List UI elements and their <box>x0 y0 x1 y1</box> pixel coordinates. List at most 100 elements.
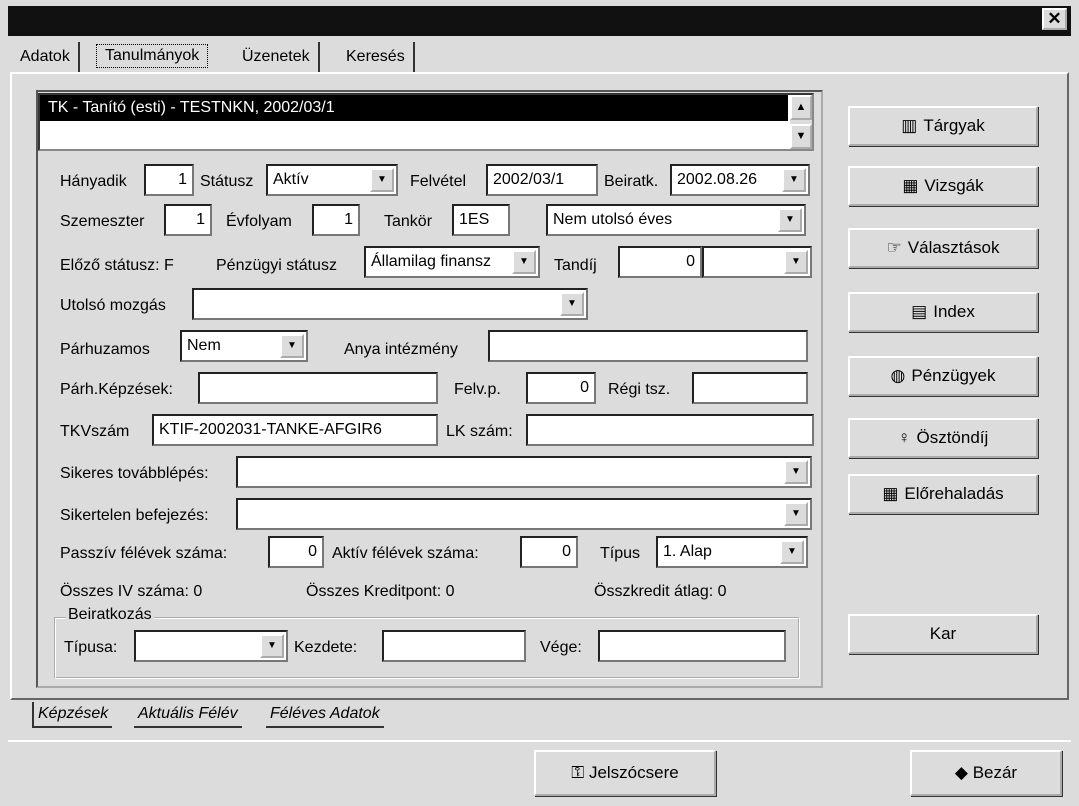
chevron-down-icon[interactable]: ▼ <box>780 540 804 564</box>
tab-feleves-adatok[interactable]: Féléves Adatok <box>266 702 384 728</box>
pointing-hand-icon: ☞ <box>886 238 902 257</box>
chevron-down-icon[interactable]: ▼ <box>260 634 284 658</box>
valasztasok-label: Választások <box>907 238 1000 257</box>
tab-uzenetek[interactable]: Üzenetek <box>234 42 320 72</box>
elozo-statusz-text: Előző státusz: F <box>60 257 174 274</box>
tkv-field[interactable]: KTIF-2002031-TANKE-AFGIR6 <box>152 414 438 446</box>
valasztasok-button[interactable]: ☞ Választások <box>848 228 1038 268</box>
chevron-down-icon[interactable]: ▼ <box>560 292 584 316</box>
penzugyek-label: Pénzügyek <box>911 366 996 385</box>
jelszocsere-button[interactable]: ⚿ Jelszócsere <box>534 750 716 796</box>
passziv-field[interactable]: 0 <box>268 536 324 568</box>
close-button[interactable]: ✕ <box>1042 8 1067 30</box>
bezar-label: Bezár <box>972 763 1018 782</box>
chevron-down-icon[interactable]: ▼ <box>784 460 808 484</box>
chevron-down-icon[interactable]: ▼ <box>782 168 806 192</box>
scroll-down-icon[interactable]: ▼ <box>790 124 812 149</box>
penzugyi-value: Államilag finansz <box>371 253 492 270</box>
list-item[interactable]: TK - Tanító (esti) - TESTNKN, 2002/03/1 <box>40 95 788 121</box>
list-scrollbar[interactable]: ▲ ▼ <box>790 95 812 149</box>
beiratk-label: Beiratk. <box>604 173 659 190</box>
evfolyam-field[interactable]: 1 <box>312 204 360 236</box>
penzugyek-button[interactable]: ◍ Pénzügyek <box>848 356 1038 396</box>
statusz-select[interactable]: Aktív ▼ <box>266 164 398 196</box>
tab-kepzesek[interactable]: Képzések <box>32 702 113 728</box>
parhuzamos-label: Párhuzamos <box>60 341 150 358</box>
elorehaladas-button[interactable]: ▦ Előrehaladás <box>848 474 1038 514</box>
parhuzamos-select[interactable]: Nem ▼ <box>180 330 308 362</box>
regi-field[interactable] <box>692 372 808 404</box>
tipus-value: 1. Alap <box>663 543 712 560</box>
kezdete-field[interactable] <box>382 630 526 662</box>
tandij-select[interactable]: ▼ <box>702 246 812 278</box>
targyak-button[interactable]: ▥ Tárgyak <box>848 106 1038 146</box>
passziv-label: Passzív félévek száma: <box>60 545 228 562</box>
beiratkozas-title: Beiratkozás <box>66 606 154 624</box>
bulb-icon: ♀ <box>897 428 911 447</box>
anya-label: Anya intézmény <box>344 341 458 358</box>
parhuzamos-value: Nem <box>187 337 221 354</box>
globe-icon: ◍ <box>890 366 906 385</box>
tab-kereses[interactable]: Keresés <box>338 42 415 72</box>
tandij-field[interactable]: 0 <box>618 246 702 278</box>
chevron-down-icon[interactable]: ▼ <box>784 502 808 526</box>
evfolyam-label: Évfolyam <box>226 213 292 230</box>
title-bar <box>8 6 1071 36</box>
chevron-down-icon[interactable]: ▼ <box>784 250 808 274</box>
tipusa-select[interactable]: ▼ <box>134 630 288 662</box>
szemeszter-label: Szemeszter <box>60 213 145 230</box>
vizsgak-button[interactable]: ▦ Vizsgák <box>848 166 1038 206</box>
tab-tanulmanyok[interactable]: Tanulmányok <box>96 44 209 68</box>
kezdete-label: Kezdete: <box>294 639 358 656</box>
statusz-value: Aktív <box>273 171 309 188</box>
kar-button[interactable]: Kar <box>848 614 1038 654</box>
tankor-field[interactable]: 1ES <box>452 204 510 236</box>
tab-aktualis-felev[interactable]: Aktuális Félév <box>134 702 242 728</box>
books-icon: ▥ <box>901 116 918 135</box>
index-button[interactable]: ▤ Index <box>848 292 1038 332</box>
hanyadik-field[interactable]: 1 <box>144 164 194 196</box>
sikeres-label: Sikeres továbblépés: <box>60 465 209 482</box>
osztondij-button[interactable]: ♀ Ösztöndíj <box>848 418 1038 458</box>
jelszocsere-label: Jelszócsere <box>588 763 679 782</box>
vizsgak-label: Vizsgák <box>924 176 984 195</box>
penzugyi-select[interactable]: Államilag finansz ▼ <box>364 246 540 278</box>
index-label: Index <box>933 302 975 321</box>
tipus-label: Típus <box>600 545 641 562</box>
sikertelen-select[interactable]: ▼ <box>236 498 812 530</box>
lk-field[interactable] <box>526 414 814 446</box>
vege-field[interactable] <box>598 630 786 662</box>
felvetel-field[interactable]: 2002/03/1 <box>486 164 598 196</box>
osszes-kredit-text: Összes Kreditpont: 0 <box>306 583 455 600</box>
vege-label: Vége: <box>540 639 582 656</box>
szemeszter-field[interactable]: 1 <box>164 204 212 236</box>
penzugyi-label: Pénzügyi státusz <box>216 257 337 274</box>
tipusa-label: Típusa: <box>64 639 118 656</box>
tipus-select[interactable]: 1. Alap ▼ <box>656 536 808 568</box>
key-icon: ⚿ <box>571 763 589 782</box>
felvp-label: Felv.p. <box>454 381 501 398</box>
utolso-mozgas-select[interactable]: ▼ <box>192 288 588 320</box>
aktiv-field[interactable]: 0 <box>520 536 578 568</box>
sikeres-select[interactable]: ▼ <box>236 456 812 488</box>
bezar-button[interactable]: ◆ Bezár <box>910 750 1062 796</box>
beiratk-select[interactable]: 2002.08.26 ▼ <box>670 164 810 196</box>
elorehaladas-label: Előrehaladás <box>904 484 1004 503</box>
anya-field[interactable] <box>488 330 808 362</box>
utolso-eves-value: Nem utolsó éves <box>553 211 673 228</box>
calculator-icon: ▦ <box>902 176 919 195</box>
calendar-icon: ▦ <box>882 484 899 503</box>
tandij-label: Tandíj <box>554 257 597 274</box>
felvp-field[interactable]: 0 <box>526 372 596 404</box>
parh-kepz-field[interactable] <box>198 372 438 404</box>
utolso-eves-select[interactable]: Nem utolsó éves ▼ <box>546 204 806 236</box>
scroll-up-icon[interactable]: ▲ <box>790 95 812 120</box>
tab-adatok[interactable]: Adatok <box>12 42 80 72</box>
chevron-down-icon[interactable]: ▼ <box>512 250 536 274</box>
sikertelen-label: Sikertelen befejezés: <box>60 507 209 524</box>
chevron-down-icon[interactable]: ▼ <box>778 208 802 232</box>
tankor-label: Tankör <box>384 213 433 230</box>
chevron-down-icon[interactable]: ▼ <box>370 168 394 192</box>
chevron-down-icon[interactable]: ▼ <box>280 334 304 358</box>
osszes-iv-text: Összes IV száma: 0 <box>60 583 203 600</box>
